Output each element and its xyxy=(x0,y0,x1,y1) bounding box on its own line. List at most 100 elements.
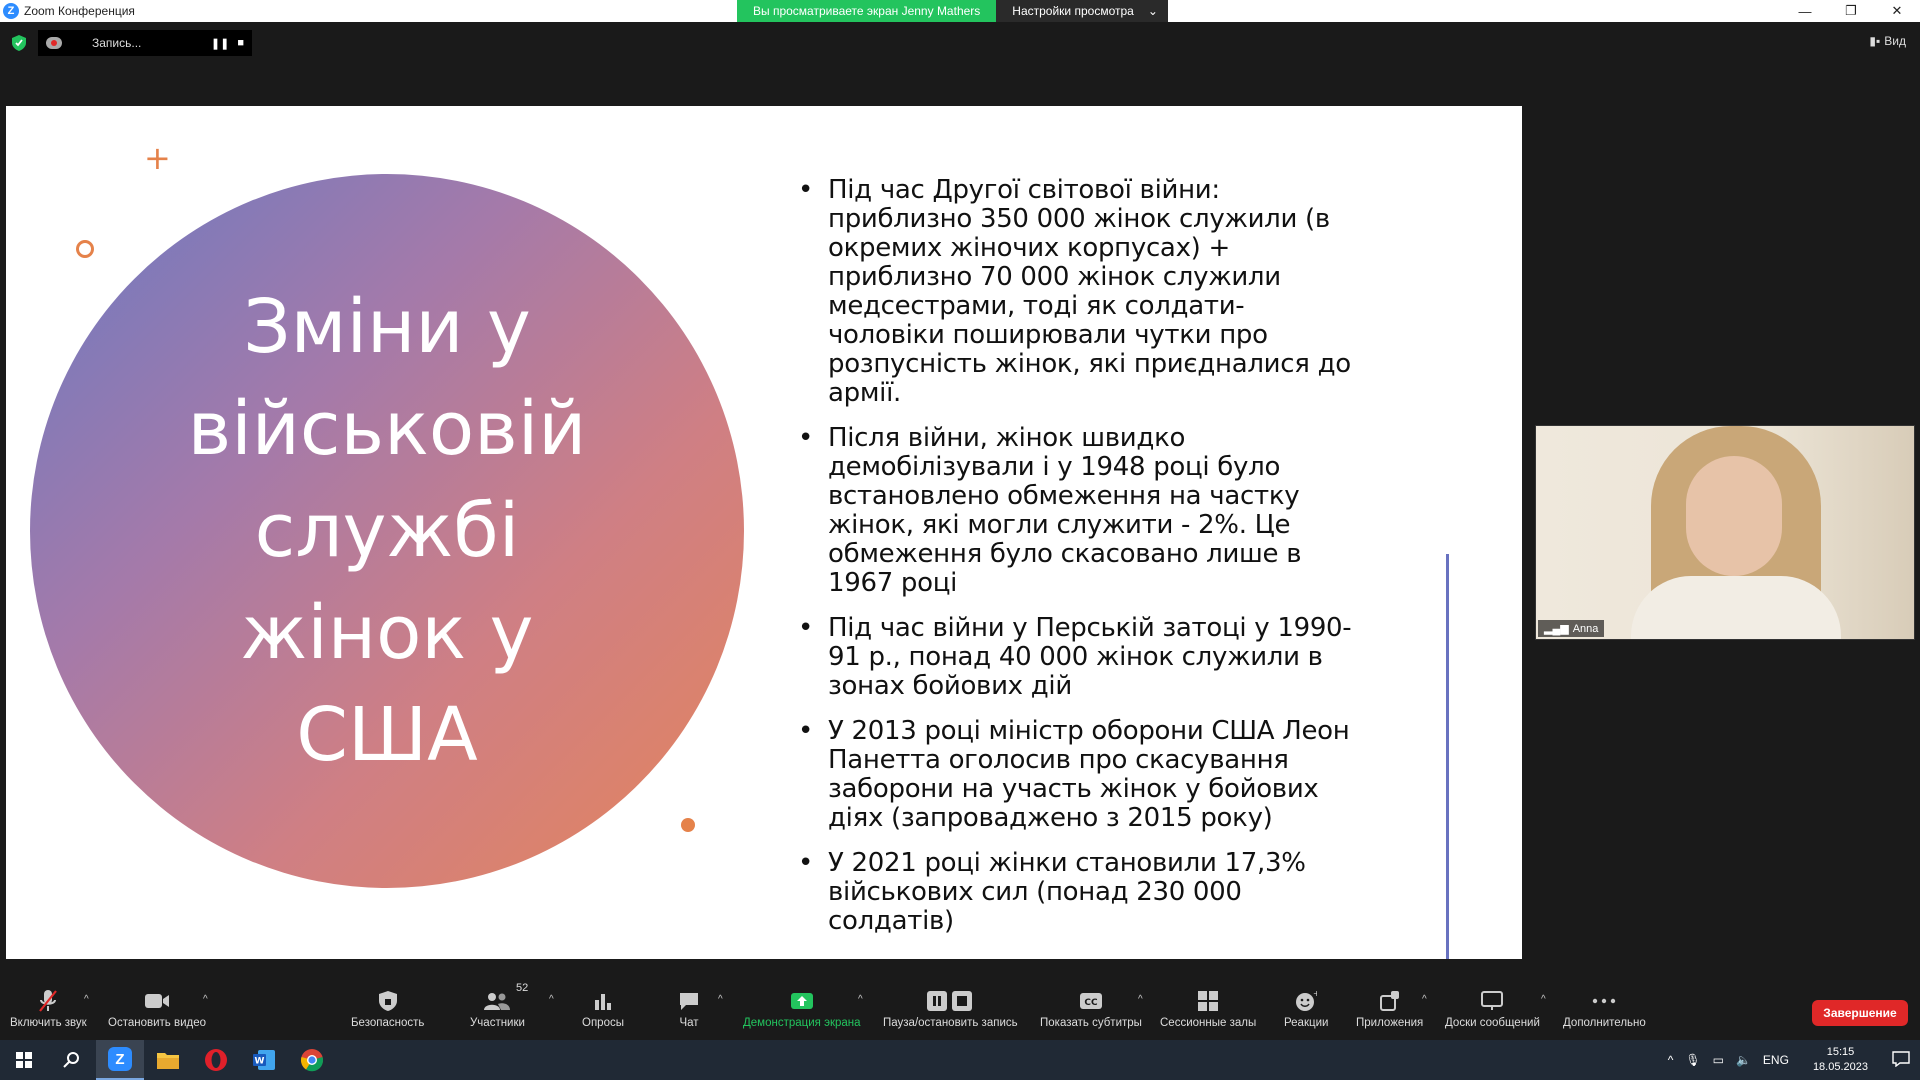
viewing-screen-label: Вы просматриваете экран Jenny Mathers xyxy=(737,0,997,22)
windows-taskbar: Z W ^ 🎙 ▭ 🔈 ENG 15:15 18.05.2023 xyxy=(0,1040,1920,1080)
reactions-smiley-icon: + xyxy=(1295,988,1317,1014)
polls-bar-chart-icon xyxy=(593,988,613,1014)
closed-captions-icon: CC xyxy=(1079,988,1103,1014)
reactions-label: Реакции xyxy=(1284,1017,1329,1029)
pause-stop-icon xyxy=(926,988,974,1014)
chat-bubble-icon xyxy=(678,988,700,1014)
more-button[interactable]: Дополнительно xyxy=(1563,988,1646,1029)
signal-bars-icon: ▂▄▆ xyxy=(1544,623,1569,635)
encryption-shield-icon[interactable] xyxy=(8,32,30,54)
svg-text:+: + xyxy=(1313,990,1317,998)
captions-label: Показать субтитры xyxy=(1040,1017,1142,1029)
breakout-rooms-icon xyxy=(1197,988,1219,1014)
svg-text:W: W xyxy=(255,1057,265,1067)
breakout-rooms-label: Сессионные залы xyxy=(1160,1017,1257,1029)
clock-date: 18.05.2023 xyxy=(1812,1061,1868,1073)
system-tray: ^ 🎙 ▭ 🔈 ENG 15:15 18.05.2023 xyxy=(1668,1040,1920,1080)
show-hidden-icons-icon[interactable]: ^ xyxy=(1668,1053,1674,1067)
word-icon[interactable]: W xyxy=(240,1040,288,1080)
polls-label: Опросы xyxy=(582,1017,624,1029)
slide-bullet-list: Під час Другої світової війни: приблизно… xyxy=(798,176,1358,952)
zoom-taskbar-icon[interactable]: Z xyxy=(96,1040,144,1080)
share-screen-button[interactable]: Демонстрация экрана xyxy=(743,988,861,1029)
restore-button[interactable]: ❐ xyxy=(1828,0,1874,22)
view-layout-icon: ▮▪ xyxy=(1869,34,1881,48)
whiteboards-label: Доски сообщений xyxy=(1445,1017,1540,1029)
microphone-tray-icon[interactable]: 🎙 xyxy=(1685,1053,1700,1067)
slide-title: Зміни у військовій службі жінок у США xyxy=(187,284,587,778)
chrome-browser-icon[interactable] xyxy=(288,1040,336,1080)
input-language[interactable]: ENG xyxy=(1763,1053,1789,1067)
end-meeting-button[interactable]: Завершение xyxy=(1812,1000,1908,1026)
share-screen-arrow-icon xyxy=(790,988,814,1014)
reactions-button[interactable]: + Реакции xyxy=(1284,988,1328,1029)
view-button-label: Вид xyxy=(1884,34,1906,48)
bullet-item: У 2013 році міністр оборони США Леон Пан… xyxy=(798,717,1358,833)
share-screen-label: Демонстрация экрана xyxy=(743,1017,861,1029)
network-icon[interactable]: ▭ xyxy=(1713,1053,1724,1067)
apps-options-caret[interactable]: ^ xyxy=(1422,994,1427,1005)
recording-indicator: Запись... ❚❚ ■ xyxy=(38,30,252,56)
share-banner: Вы просматриваете экран Jenny Mathers На… xyxy=(737,0,1168,22)
view-options-button[interactable]: Настройки просмотра ⌄ xyxy=(996,0,1168,22)
file-explorer-icon[interactable] xyxy=(144,1040,192,1080)
muted-microphone-icon xyxy=(38,988,58,1014)
participants-count: 52 xyxy=(516,982,529,994)
participant-shirt xyxy=(1631,576,1841,639)
participant-video-tile[interactable]: ▂▄▆ Anna xyxy=(1535,425,1915,640)
whiteboard-icon xyxy=(1480,988,1504,1014)
search-icon[interactable] xyxy=(48,1040,96,1080)
cloud-recording-icon xyxy=(46,37,62,49)
breakout-rooms-button[interactable]: Сессионные залы xyxy=(1160,988,1256,1029)
unmute-button[interactable]: Включить звук xyxy=(10,988,87,1029)
svg-text:CC: CC xyxy=(1084,998,1098,1008)
audio-options-caret[interactable]: ^ xyxy=(84,994,89,1005)
share-options-caret[interactable]: ^ xyxy=(858,994,863,1005)
stop-video-label: Остановить видео xyxy=(108,1017,206,1029)
bullet-item: У 2021 році жінки становили 17,3% військ… xyxy=(798,849,1358,936)
participant-name: Anna xyxy=(1572,622,1599,635)
minimize-button[interactable]: — xyxy=(1782,0,1828,22)
apps-button[interactable]: Приложения xyxy=(1356,988,1423,1029)
participants-options-caret[interactable]: ^ xyxy=(549,994,554,1005)
apps-label: Приложения xyxy=(1356,1017,1424,1029)
whiteboards-options-caret[interactable]: ^ xyxy=(1541,994,1546,1005)
vertical-divider xyxy=(1446,554,1449,959)
participants-label: Участники xyxy=(470,1017,525,1029)
stop-recording-icon[interactable]: ■ xyxy=(237,37,244,49)
chat-options-caret[interactable]: ^ xyxy=(718,994,723,1005)
pause-stop-recording-button[interactable]: Пауза/остановить запись xyxy=(883,988,1018,1029)
more-label: Дополнительно xyxy=(1563,1017,1646,1029)
view-button[interactable]: ▮▪ Вид xyxy=(1869,34,1906,48)
polls-button[interactable]: Опросы xyxy=(582,988,624,1029)
recording-label: Запись... xyxy=(92,36,142,50)
captions-button[interactable]: CC Показать субтитры xyxy=(1040,988,1142,1029)
windows-start-icon[interactable] xyxy=(0,1040,48,1080)
security-label: Безопасность xyxy=(351,1017,425,1029)
bullet-item: Після війни, жінок швидко демобілізували… xyxy=(798,424,1358,598)
top-status-strip: Запись... ❚❚ ■ xyxy=(8,30,252,56)
volume-icon[interactable]: 🔈 xyxy=(1736,1053,1751,1067)
participants-button[interactable]: Участники xyxy=(470,988,525,1029)
plus-decoration: + xyxy=(144,139,171,177)
opera-browser-icon[interactable] xyxy=(192,1040,240,1080)
video-options-caret[interactable]: ^ xyxy=(203,994,208,1005)
participant-name-label: ▂▄▆ Anna xyxy=(1538,620,1605,637)
pause-recording-icon[interactable]: ❚❚ xyxy=(211,37,229,50)
chat-button[interactable]: Чат xyxy=(678,988,700,1029)
taskbar-clock[interactable]: 15:15 18.05.2023 xyxy=(1813,1045,1868,1075)
captions-options-caret[interactable]: ^ xyxy=(1138,994,1143,1005)
meeting-area: Запись... ❚❚ ■ ▮▪ Вид + Зміни у військов… xyxy=(0,22,1920,980)
close-button[interactable]: ✕ xyxy=(1874,0,1920,22)
security-button[interactable]: Безопасность xyxy=(351,988,424,1029)
meeting-toolbar: Включить звук ^ Остановить видео ^ Безоп… xyxy=(0,980,1920,1040)
stop-video-button[interactable]: Остановить видео xyxy=(108,988,206,1029)
whiteboards-button[interactable]: Доски сообщений xyxy=(1445,988,1540,1029)
more-dots-icon xyxy=(1592,988,1616,1014)
dot-decoration xyxy=(681,818,695,832)
view-options-label: Настройки просмотра xyxy=(1012,4,1134,18)
notifications-icon[interactable] xyxy=(1892,1050,1910,1070)
window-title: Zoom Конференция xyxy=(24,4,135,18)
video-camera-icon xyxy=(144,988,170,1014)
window-controls: — ❐ ✕ xyxy=(1782,0,1920,22)
